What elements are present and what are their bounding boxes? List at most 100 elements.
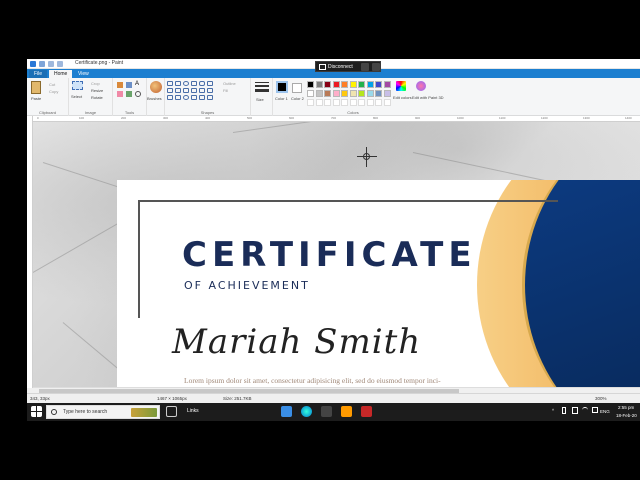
custom-color-swatch[interactable] [315, 99, 323, 106]
edge-icon[interactable] [301, 406, 312, 417]
curve-shape-icon[interactable] [175, 81, 181, 86]
clock-date[interactable]: 18-Feb-20 [616, 413, 637, 418]
wifi-icon[interactable] [582, 407, 588, 413]
color-swatch[interactable] [366, 81, 374, 88]
color2-swatch[interactable] [292, 83, 302, 93]
custom-color-swatch[interactable] [324, 99, 331, 106]
rectangle-shape-icon[interactable] [191, 81, 197, 86]
triangle-shape-icon[interactable] [167, 88, 173, 93]
chevron-up-icon[interactable]: ^ [552, 408, 554, 413]
color-swatch[interactable] [349, 81, 357, 88]
paint-taskbar-icon[interactable] [321, 406, 332, 417]
color-swatch[interactable] [307, 90, 314, 97]
rounded-rectangle-shape-icon[interactable] [199, 81, 205, 86]
eraser-icon[interactable] [117, 91, 123, 97]
outline-dropdown[interactable]: Outline [223, 81, 236, 86]
color-swatch[interactable] [324, 81, 331, 88]
language-indicator[interactable]: ENG [600, 409, 610, 414]
drawing-canvas[interactable]: CERTIFICATE OF ACHIEVEMENT Mariah Smith … [33, 122, 640, 387]
color2-button[interactable]: Color 2 [291, 96, 304, 101]
color-swatch[interactable] [341, 90, 348, 97]
battery-icon[interactable] [572, 407, 578, 414]
custom-color-swatch[interactable] [383, 99, 391, 106]
paste-icon[interactable] [31, 81, 41, 94]
tab-view[interactable]: View [73, 70, 94, 78]
text-icon[interactable]: A [135, 81, 139, 87]
tab-file[interactable]: File [29, 70, 48, 78]
clock-time[interactable]: 2:55 pm [618, 405, 634, 410]
custom-color-swatch[interactable] [332, 99, 340, 106]
pin-icon[interactable] [372, 63, 380, 71]
lightning-shape-icon[interactable] [199, 95, 205, 100]
fill-dropdown[interactable]: Fill [223, 88, 228, 93]
arrow-shape-icon[interactable] [207, 88, 213, 93]
heart-shape-icon[interactable] [191, 95, 197, 100]
rotate-button[interactable]: Rotate [91, 95, 103, 100]
fill-icon[interactable] [126, 82, 132, 88]
four-point-star-shape-icon[interactable] [207, 95, 213, 100]
taskbar-search[interactable]: Type here to search [46, 405, 160, 419]
volume-icon[interactable] [592, 407, 598, 413]
file-explorer-icon[interactable] [281, 406, 292, 417]
custom-color-swatch[interactable] [375, 99, 382, 106]
size-line-icon[interactable] [255, 82, 269, 83]
color-swatch[interactable] [307, 81, 314, 88]
color-swatch[interactable] [341, 81, 348, 88]
illustrator-icon[interactable] [341, 406, 352, 417]
magnifier-icon[interactable] [135, 91, 141, 97]
size-button[interactable]: Size [256, 97, 264, 102]
edit-colors-button[interactable]: Edit colors [393, 95, 412, 100]
select-button[interactable]: Select [71, 94, 82, 99]
crop-button[interactable]: Crop [91, 81, 100, 86]
color-swatch[interactable] [375, 90, 382, 97]
color1-swatch[interactable] [276, 81, 288, 93]
color-swatch[interactable] [383, 81, 391, 88]
color-swatch[interactable] [358, 90, 365, 97]
custom-color-swatch[interactable] [341, 99, 348, 106]
color-swatch[interactable] [375, 81, 382, 88]
app-taskbar-icon[interactable] [361, 406, 372, 417]
task-view-icon[interactable] [166, 406, 177, 417]
color-swatch[interactable] [332, 90, 340, 97]
pencil-icon[interactable] [117, 82, 123, 88]
tab-home[interactable]: Home [49, 70, 73, 78]
size-line-icon[interactable] [255, 85, 269, 87]
color-swatch[interactable] [358, 81, 365, 88]
line-shape-icon[interactable] [167, 81, 173, 86]
size-line-icon[interactable] [255, 89, 269, 92]
color-swatch[interactable] [315, 81, 323, 88]
copy-button[interactable]: Copy [49, 89, 58, 94]
right-triangle-shape-icon[interactable] [175, 88, 181, 93]
brush-icon[interactable] [150, 81, 162, 93]
windows-start-icon[interactable] [31, 406, 42, 417]
links-toolbar[interactable]: Links [187, 408, 199, 414]
brushes-button[interactable]: Brushes [147, 96, 162, 101]
save-icon[interactable] [39, 61, 45, 67]
diamond-shape-icon[interactable] [183, 88, 189, 93]
edit-colors-icon[interactable] [396, 81, 406, 91]
pentagon-shape-icon[interactable] [191, 88, 197, 93]
custom-color-swatch[interactable] [366, 99, 374, 106]
microphone-icon[interactable] [562, 407, 566, 414]
hexagon-shape-icon[interactable] [199, 88, 205, 93]
color-swatch[interactable] [315, 90, 323, 97]
color-swatch[interactable] [324, 90, 331, 97]
redo-icon[interactable] [57, 61, 63, 67]
color-swatch[interactable] [366, 90, 374, 97]
cut-button[interactable]: Cut [49, 82, 55, 87]
color-swatch[interactable] [349, 90, 357, 97]
color-picker-icon[interactable] [126, 91, 132, 97]
color-swatch[interactable] [383, 90, 391, 97]
undo-icon[interactable] [48, 61, 54, 67]
custom-color-swatch[interactable] [358, 99, 365, 106]
polygon-shape-icon[interactable] [207, 81, 213, 86]
paint3d-button[interactable]: Edit with Paint 3D [412, 95, 444, 100]
disconnect-button[interactable]: Disconnect [328, 64, 353, 70]
resize-button[interactable]: Resize [91, 88, 103, 93]
color1-button[interactable]: Color 1 [275, 96, 288, 101]
paste-button[interactable]: Paste [31, 96, 41, 101]
callout-shape-icon[interactable] [175, 95, 181, 100]
star-shape-icon[interactable] [167, 95, 173, 100]
paint3d-icon[interactable] [416, 81, 426, 91]
custom-color-swatch[interactable] [349, 99, 357, 106]
